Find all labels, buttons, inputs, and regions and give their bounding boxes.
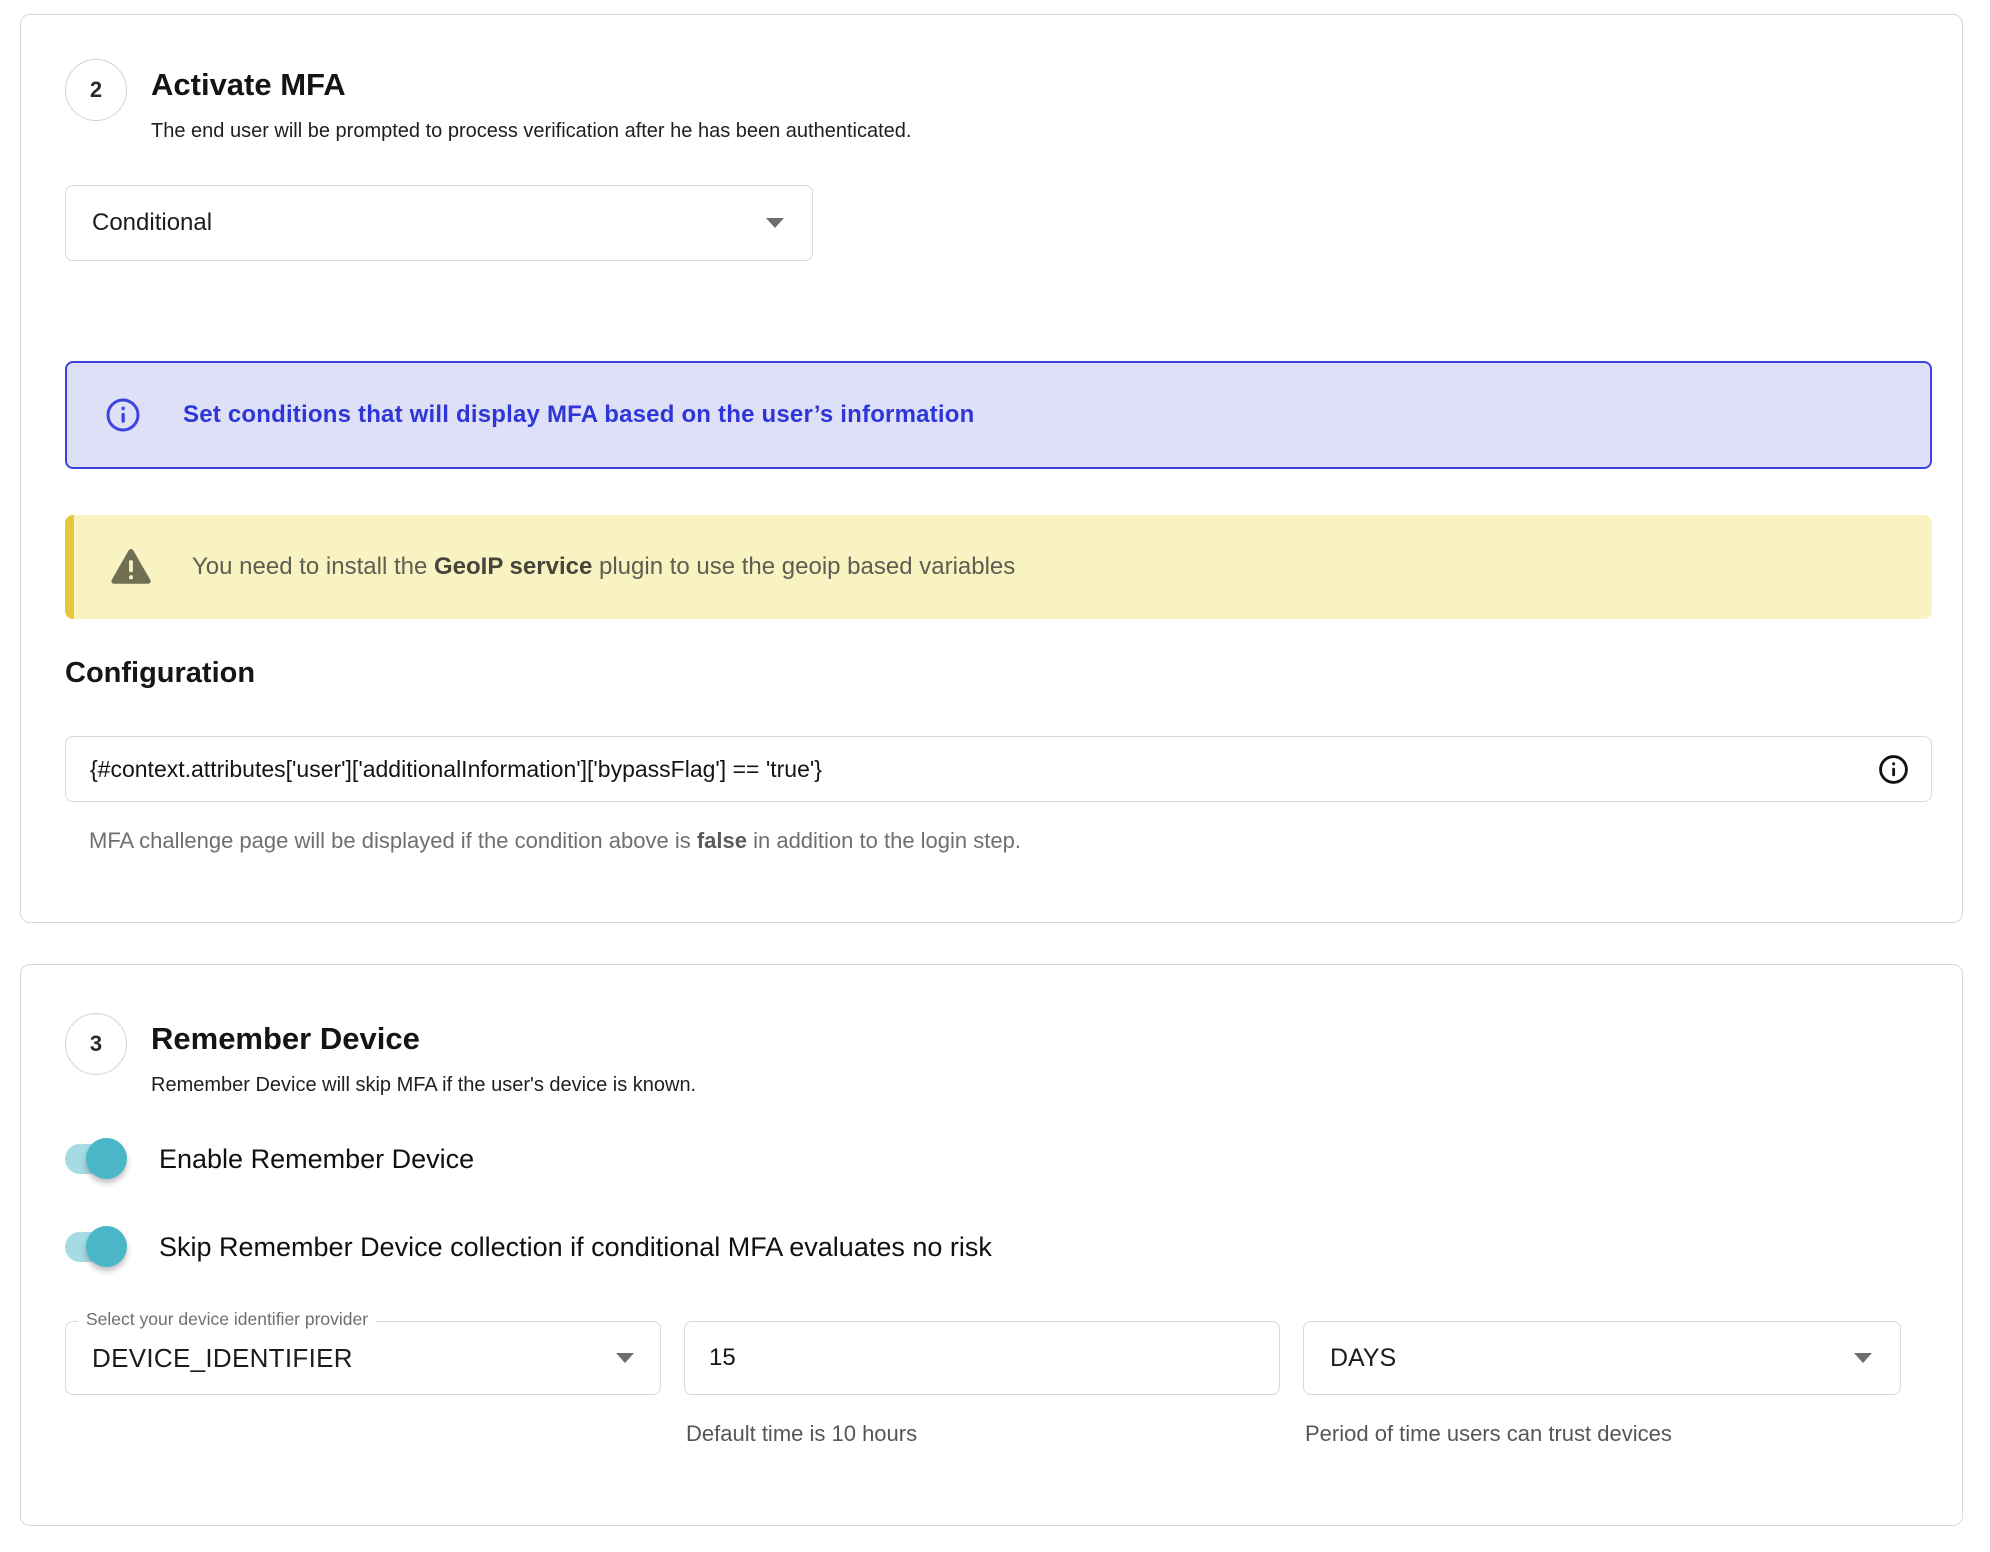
- step-header-text: Remember Device Remember Device will ski…: [151, 1013, 696, 1097]
- step-number-badge: 2: [65, 59, 127, 121]
- warning-alert-text: You need to install the GeoIP service pl…: [192, 553, 1015, 581]
- condition-expression-box: [65, 736, 1932, 802]
- activate-mfa-card: 2 Activate MFA The end user will be prom…: [20, 14, 1963, 923]
- trust-unit-select[interactable]: DAYS: [1303, 1321, 1901, 1395]
- trust-duration-box: [684, 1321, 1280, 1395]
- warning-alert: You need to install the GeoIP service pl…: [65, 515, 1932, 619]
- section-title: Remember Device: [151, 1013, 696, 1057]
- trust-duration-helper: Default time is 10 hours: [686, 1421, 1280, 1447]
- chevron-down-icon: [766, 218, 784, 228]
- step-number: 3: [90, 1031, 102, 1057]
- trust-unit-value: DAYS: [1330, 1344, 1396, 1373]
- condition-helper-text: MFA challenge page will be displayed if …: [89, 828, 1932, 854]
- step-header: 3 Remember Device Remember Device will s…: [65, 1013, 1932, 1097]
- chevron-down-icon: [616, 1353, 634, 1363]
- step-number-badge: 3: [65, 1013, 127, 1075]
- info-alert: Set conditions that will display MFA bas…: [65, 361, 1932, 469]
- device-identifier-value: DEVICE_IDENTIFIER: [92, 1343, 353, 1374]
- trust-duration-field: Default time is 10 hours: [684, 1321, 1280, 1447]
- toggle-label: Enable Remember Device: [159, 1144, 474, 1175]
- mfa-mode-value: Conditional: [92, 209, 212, 237]
- step-number: 2: [90, 77, 102, 103]
- remember-device-card: 3 Remember Device Remember Device will s…: [20, 964, 1963, 1526]
- skip-remember-device-row: Skip Remember Device collection if condi…: [65, 1231, 1932, 1263]
- trust-unit-field: DAYS Period of time users can trust devi…: [1303, 1321, 1901, 1447]
- enable-remember-device-toggle[interactable]: [65, 1143, 123, 1175]
- device-identifier-field: Select your device identifier provider D…: [65, 1321, 661, 1395]
- chevron-down-icon: [1854, 1353, 1872, 1363]
- skip-remember-device-toggle[interactable]: [65, 1231, 123, 1263]
- step-description: Remember Device will skip MFA if the use…: [151, 1074, 696, 1097]
- device-identifier-label: Select your device identifier provider: [78, 1309, 376, 1330]
- page-title: Activate MFA: [151, 59, 911, 103]
- info-alert-text: Set conditions that will display MFA bas…: [183, 401, 974, 429]
- warning-icon: [110, 548, 152, 586]
- expression-info-icon[interactable]: [1878, 754, 1909, 785]
- device-identifier-select[interactable]: Select your device identifier provider D…: [65, 1321, 661, 1395]
- trust-unit-helper: Period of time users can trust devices: [1305, 1421, 1901, 1447]
- trust-duration-input[interactable]: [709, 1344, 1255, 1372]
- toggle-thumb: [86, 1226, 127, 1267]
- condition-expression-input[interactable]: [90, 756, 1878, 783]
- toggle-label: Skip Remember Device collection if condi…: [159, 1232, 992, 1263]
- configuration-heading: Configuration: [65, 657, 1932, 690]
- enable-remember-device-row: Enable Remember Device: [65, 1143, 1932, 1175]
- step-header-text: Activate MFA The end user will be prompt…: [151, 59, 911, 143]
- warning-bold-text: GeoIP service: [434, 553, 592, 580]
- mfa-mode-select[interactable]: Conditional: [65, 185, 813, 261]
- info-icon: [105, 397, 141, 433]
- step-description: The end user will be prompted to process…: [151, 120, 911, 143]
- step-header: 2 Activate MFA The end user will be prom…: [65, 59, 1932, 143]
- remember-device-settings-row: Select your device identifier provider D…: [65, 1321, 1932, 1447]
- helper-bold-text: false: [697, 828, 747, 853]
- toggle-thumb: [86, 1138, 127, 1179]
